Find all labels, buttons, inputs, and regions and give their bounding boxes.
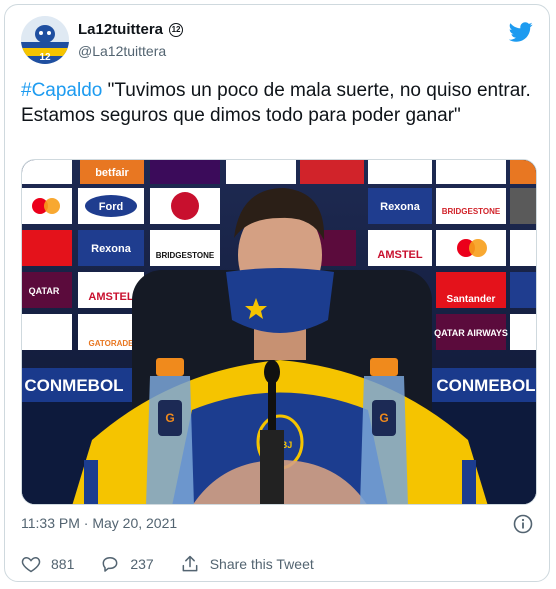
sponsor-rexona-2: Rexona [91,243,132,255]
share-label: Share this Tweet [209,556,314,572]
reply-icon [102,557,118,572]
timestamp[interactable]: 11:33 PM · May 20, 2021 [21,515,177,531]
tweet-card: 12 La12tuittera 12 @La12tuittera #Capald… [4,4,550,582]
banner-right: CONMEBOL [436,376,535,395]
like-button[interactable]: 881 [21,554,74,574]
author-handle[interactable]: @La12tuittera [78,43,166,59]
svg-text:QATAR: QATAR [29,286,60,296]
banner-left: CONMEBOL [24,376,123,395]
badge-icon: 12 [169,22,184,37]
svg-text:12: 12 [39,52,51,63]
reply-button[interactable]: 237 [100,554,154,574]
sponsor-ford: Ford [99,201,123,213]
share-button[interactable]: Share this Tweet [180,554,314,574]
author-row: La12tuittera 12 [78,21,184,38]
sponsor-gatorade: GATORADE [88,339,134,348]
avatar[interactable]: 12 [21,16,69,64]
sponsor-qatar: QATAR AIRWAYS [434,328,508,338]
press-conference-image: betfair Ford Rexona BRIDGESTONE Rexona B… [22,160,536,504]
twitter-bird-icon[interactable] [509,20,533,44]
tweet-text: #Capaldo "Tuvimos un poco de mala suerte… [21,78,531,128]
sponsor-santander: Santander [447,294,496,305]
sponsor-betfair: betfair [95,167,129,179]
hashtag-link[interactable]: #Capaldo [21,80,102,101]
sponsor-amstel-2: AMSTEL [88,291,134,303]
bottle-left-logo: G [165,411,174,425]
sponsor-bridgestone-1: BRIDGESTONE [442,207,501,216]
share-icon [182,555,198,572]
bottle-right-logo: G [379,411,388,425]
sponsor-bridgestone-2: BRIDGESTONE [156,251,215,260]
sponsor-rexona-1: Rexona [380,201,421,213]
author-name[interactable]: La12tuittera [78,21,163,38]
reply-count: 237 [130,556,154,572]
action-bar: 881 237 Share this Tweet [21,554,340,574]
like-count: 881 [51,556,75,572]
tweet-photo[interactable]: betfair Ford Rexona BRIDGESTONE Rexona B… [21,159,537,505]
info-icon[interactable] [513,514,533,534]
heart-icon [21,556,41,573]
sponsor-amstel-1: AMSTEL [377,249,423,261]
